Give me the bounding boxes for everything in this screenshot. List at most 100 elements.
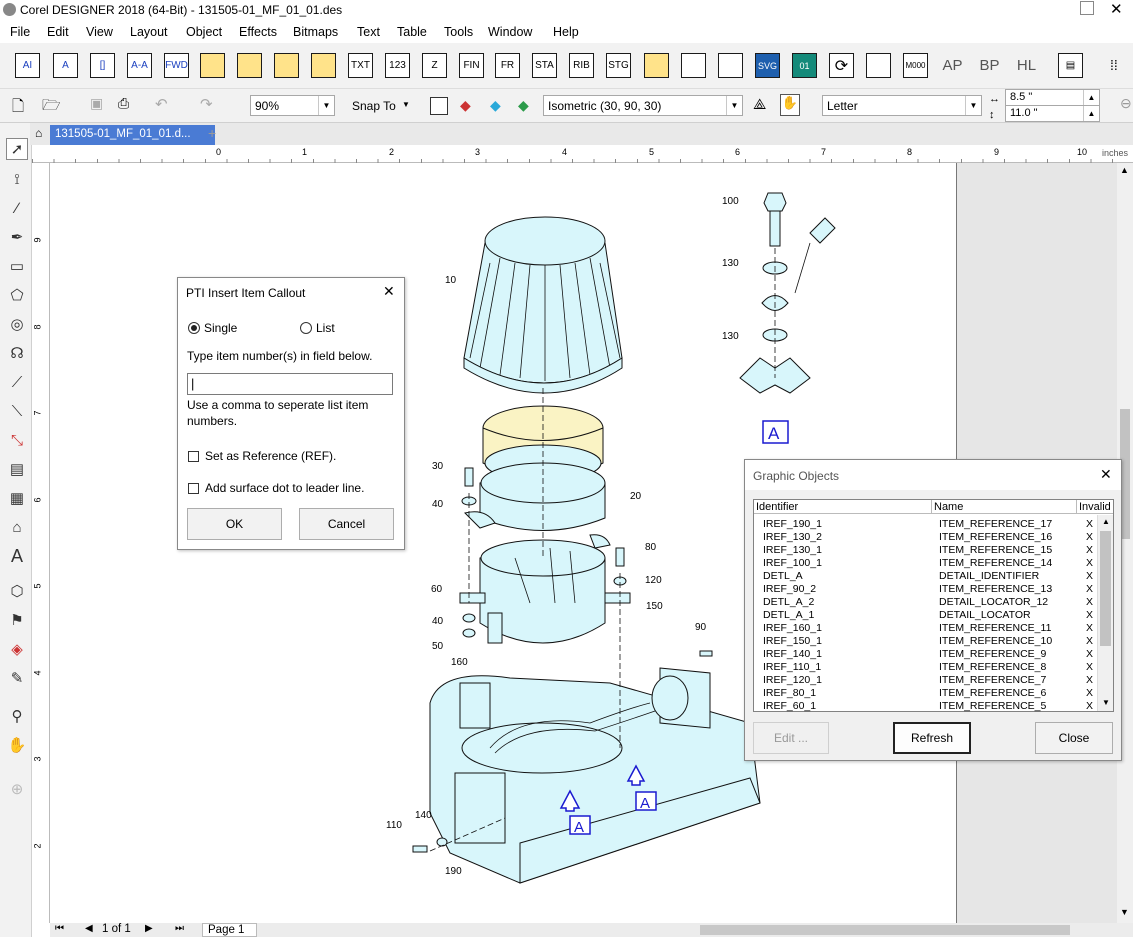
- undo-icon[interactable]: ↶: [155, 95, 168, 113]
- list-icon[interactable]: ▤: [1058, 53, 1083, 78]
- surface-dot-checkbox[interactable]: [188, 483, 199, 494]
- polygon-tool-icon[interactable]: ⬠: [6, 284, 28, 306]
- tool-btn-20[interactable]: [718, 53, 743, 78]
- tool-btn-8[interactable]: [274, 53, 299, 78]
- cube-icon[interactable]: ◆: [460, 97, 471, 114]
- menu-table[interactable]: Table: [397, 25, 427, 39]
- air-filter-part[interactable]: [463, 216, 623, 394]
- menu-window[interactable]: Window: [488, 25, 532, 39]
- ok-button[interactable]: OK: [187, 508, 282, 540]
- header-identifier[interactable]: Identifier: [756, 501, 798, 513]
- rectangle-tool-icon[interactable]: ▭: [6, 255, 28, 277]
- close-icon[interactable]: ✕: [1100, 466, 1112, 483]
- add-tool-icon[interactable]: ⊕: [6, 778, 28, 800]
- scroll-down-icon[interactable]: ▼: [1120, 907, 1129, 917]
- item-number-input[interactable]: [187, 373, 393, 395]
- tool-btn-7[interactable]: [237, 53, 262, 78]
- list-radio[interactable]: [300, 322, 312, 334]
- list-scrollbar[interactable]: ▲ ▼: [1097, 515, 1113, 711]
- vertical-ruler[interactable]: 9 8 7 6 5 4 3 2: [32, 163, 50, 923]
- pick-tool-icon[interactable]: ➚: [6, 138, 28, 160]
- tool-btn-18[interactable]: [644, 53, 669, 78]
- header-name[interactable]: Name: [934, 501, 963, 513]
- angle-icon[interactable]: ⟁: [753, 96, 766, 113]
- fan-housing-part[interactable]: [459, 539, 631, 644]
- paper-size-combo[interactable]: Letter ▼: [822, 95, 982, 116]
- cube-icon[interactable]: ◆: [518, 97, 529, 114]
- tool-btn-2[interactable]: A: [53, 53, 78, 78]
- menu-view[interactable]: View: [86, 25, 113, 39]
- projection-combo[interactable]: Isometric (30, 90, 30) ▼: [543, 95, 743, 116]
- fill-tool-icon[interactable]: ◈: [6, 638, 28, 660]
- close-button[interactable]: Close: [1035, 722, 1113, 754]
- refresh-button[interactable]: Refresh: [893, 722, 971, 754]
- menu-file[interactable]: File: [10, 25, 30, 39]
- pen-tool-icon[interactable]: ✒: [6, 226, 28, 248]
- snap-to-button[interactable]: Snap To: [352, 99, 396, 113]
- tool-btn-123[interactable]: 123: [385, 53, 410, 78]
- first-page-icon[interactable]: ⏮: [55, 923, 64, 934]
- menu-text[interactable]: Text: [357, 25, 380, 39]
- tool-btn-24[interactable]: [866, 53, 891, 78]
- page-tab[interactable]: Page 1: [202, 923, 257, 937]
- tool-btn-bp[interactable]: BP: [977, 53, 1002, 78]
- horizontal-scrollbar-thumb[interactable]: [700, 925, 1070, 935]
- blower-base-part[interactable]: [429, 667, 761, 884]
- tool-btn-19[interactable]: [681, 53, 706, 78]
- cancel-button[interactable]: Cancel: [299, 508, 394, 540]
- document-tab[interactable]: 131505-01_MF_01_01.d...: [50, 125, 215, 145]
- zoom-tool-icon[interactable]: ⚲: [6, 705, 28, 727]
- housing-part[interactable]: [464, 462, 611, 549]
- dimension-tool-icon[interactable]: ⟋: [6, 371, 28, 393]
- tool-btn-m000[interactable]: M000: [903, 53, 928, 78]
- menu-help[interactable]: Help: [553, 25, 579, 39]
- tool-btn-sta[interactable]: STA: [532, 53, 557, 78]
- tool-btn-ap[interactable]: AP: [940, 53, 965, 78]
- tool-btn-3[interactable]: []: [90, 53, 115, 78]
- tool-btn-rib[interactable]: RIB: [569, 53, 594, 78]
- page-width-field[interactable]: 8.5 " ▲: [1005, 89, 1100, 106]
- more-icon[interactable]: ⊖: [1120, 95, 1132, 112]
- horizontal-ruler[interactable]: 0 1 2 3 4 5 6 7 8 9 10 inches: [32, 145, 1133, 163]
- tool-btn-9[interactable]: [311, 53, 336, 78]
- chevron-down-icon[interactable]: ▼: [726, 96, 742, 115]
- spinner-icon[interactable]: ▲: [1083, 90, 1099, 105]
- tool-btn-svg[interactable]: SVG: [755, 53, 780, 78]
- close-icon[interactable]: ✕: [383, 283, 395, 300]
- projection-tool-icon[interactable]: ▤: [6, 458, 28, 480]
- 3d-tool-icon[interactable]: ⬡: [6, 580, 28, 602]
- shape-tool-icon[interactable]: ⟟: [6, 168, 28, 190]
- edit-button[interactable]: Edit ...: [753, 722, 829, 754]
- menu-bitmaps[interactable]: Bitmaps: [293, 25, 338, 39]
- menu-effects[interactable]: Effects: [239, 25, 277, 39]
- zoom-combo[interactable]: 90% ▼: [250, 95, 335, 116]
- last-page-icon[interactable]: ⏭: [175, 923, 184, 934]
- scroll-up-icon[interactable]: ▲: [1120, 165, 1129, 175]
- square-icon[interactable]: [430, 97, 448, 115]
- menu-layout[interactable]: Layout: [130, 25, 168, 39]
- single-radio[interactable]: [188, 322, 200, 334]
- tool-btn-4[interactable]: A-A: [127, 53, 152, 78]
- redo-icon[interactable]: ↷: [200, 95, 213, 113]
- detail-a-view[interactable]: [739, 192, 836, 394]
- refresh-icon[interactable]: ⟳: [829, 53, 854, 78]
- chevron-down-icon[interactable]: ▼: [402, 100, 410, 109]
- tool-btn-fr[interactable]: FR: [495, 53, 520, 78]
- effects-tool-icon[interactable]: ⚑: [6, 609, 28, 631]
- menu-edit[interactable]: Edit: [47, 25, 69, 39]
- new-tab-icon[interactable]: +: [208, 125, 216, 141]
- cube-icon[interactable]: ◆: [490, 97, 501, 114]
- shapes-tool-icon[interactable]: ⌂: [6, 516, 28, 538]
- line-tool-icon[interactable]: ∕: [6, 197, 28, 219]
- scrollbar-thumb[interactable]: [1100, 531, 1111, 646]
- tool-btn-txt[interactable]: TXT: [348, 53, 373, 78]
- page-height-field[interactable]: 11.0 " ▲: [1005, 105, 1100, 122]
- chevron-down-icon[interactable]: ▼: [318, 96, 334, 115]
- tool-btn-hl[interactable]: HL: [1014, 53, 1039, 78]
- tool-btn-5[interactable]: FWD: [164, 53, 189, 78]
- ellipse-tool-icon[interactable]: ◎: [6, 313, 28, 335]
- close-window-icon[interactable]: ✕: [1110, 0, 1123, 18]
- tool-btn-01[interactable]: 01: [792, 53, 817, 78]
- tool-btn-1[interactable]: AI: [15, 53, 40, 78]
- menu-tools[interactable]: Tools: [444, 25, 473, 39]
